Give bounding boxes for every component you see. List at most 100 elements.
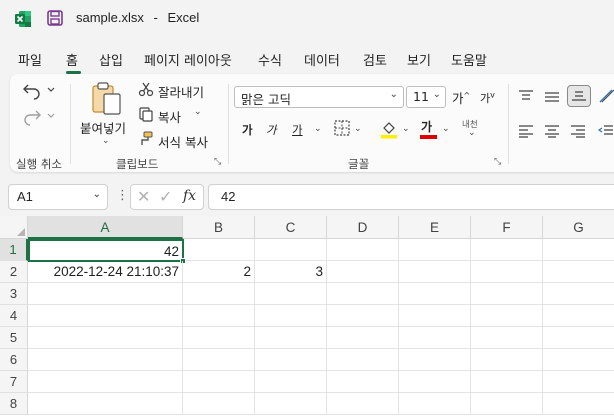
cell-e4[interactable] <box>399 305 471 327</box>
tab-review[interactable]: 검토 <box>363 50 387 69</box>
column-header-d[interactable]: D <box>327 216 399 239</box>
tab-formulas[interactable]: 수식 <box>258 50 282 69</box>
cell-b5[interactable] <box>183 327 255 349</box>
cell-f7[interactable] <box>471 371 543 393</box>
align-right-icon[interactable] <box>570 124 586 138</box>
cell-g1[interactable] <box>543 239 614 261</box>
tab-data[interactable]: 데이터 <box>304 50 340 69</box>
copy-dropdown-chevron-icon[interactable]: ⌄ <box>194 107 202 117</box>
cell-c6[interactable] <box>255 349 327 371</box>
underline-dropdown-chevron-icon[interactable]: ⌄ <box>314 124 322 134</box>
cell-d1[interactable] <box>327 239 399 261</box>
cell-e1[interactable] <box>399 239 471 261</box>
cancel-icon[interactable]: ✕ <box>137 187 150 206</box>
cell-e5[interactable] <box>399 327 471 349</box>
shrink-font-button[interactable]: 가v <box>480 90 495 106</box>
copy-button[interactable]: 복사 <box>158 107 181 126</box>
bold-button[interactable]: 가 <box>242 122 253 138</box>
copy-icon[interactable] <box>138 106 154 122</box>
decrease-indent-icon[interactable] <box>598 124 614 138</box>
paste-icon[interactable] <box>90 80 124 116</box>
cell-g2[interactable] <box>543 261 614 283</box>
cell-e6[interactable] <box>399 349 471 371</box>
font-color-icon[interactable]: 가 <box>420 118 438 140</box>
cell-b8[interactable] <box>183 393 255 415</box>
cell-f8[interactable] <box>471 393 543 415</box>
cell-a5[interactable] <box>28 327 183 349</box>
cell-e2[interactable] <box>399 261 471 283</box>
tab-file[interactable]: 파일 <box>18 50 42 69</box>
grow-font-button[interactable]: 가^ <box>452 88 470 107</box>
cell-g7[interactable] <box>543 371 614 393</box>
insert-function-button[interactable]: fx <box>183 188 196 204</box>
undo-icon[interactable] <box>22 80 58 100</box>
cell-f4[interactable] <box>471 305 543 327</box>
cell-a3[interactable] <box>28 283 183 305</box>
cell-g4[interactable] <box>543 305 614 327</box>
tab-page-layout[interactable]: 페이지 레이아웃 <box>144 50 232 69</box>
cell-c3[interactable] <box>255 283 327 305</box>
cell-d6[interactable] <box>327 349 399 371</box>
more-options-icon[interactable]: ⋮ <box>116 188 129 203</box>
row-header-1[interactable]: 1 <box>0 239 28 261</box>
cell-a4[interactable] <box>28 305 183 327</box>
cell-b1[interactable] <box>183 239 255 261</box>
formula-input[interactable]: 42 <box>208 184 614 210</box>
fill-color-dropdown-chevron-icon[interactable]: ⌄ <box>402 124 410 134</box>
align-center-icon[interactable] <box>544 124 560 138</box>
enter-check-icon[interactable]: ✓ <box>159 187 172 206</box>
cell-c4[interactable] <box>255 305 327 327</box>
cell-e3[interactable] <box>399 283 471 305</box>
align-left-icon[interactable] <box>518 124 534 138</box>
font-color-dropdown-chevron-icon[interactable]: ⌄ <box>442 124 450 134</box>
cell-d2[interactable] <box>327 261 399 283</box>
cell-b6[interactable] <box>183 349 255 371</box>
cell-f3[interactable] <box>471 283 543 305</box>
borders-dropdown-chevron-icon[interactable]: ⌄ <box>354 124 362 134</box>
tab-view[interactable]: 보기 <box>407 50 431 69</box>
underline-button[interactable]: 가 <box>292 122 303 138</box>
cell-f1[interactable] <box>471 239 543 261</box>
redo-icon[interactable] <box>22 106 58 126</box>
cell-g3[interactable] <box>543 283 614 305</box>
tab-home[interactable]: 홈 <box>66 50 78 69</box>
clipboard-dialog-launcher-icon[interactable]: ⤡ <box>214 157 221 167</box>
row-header-3[interactable]: 3 <box>0 283 28 305</box>
row-header-7[interactable]: 7 <box>0 371 28 393</box>
cell-d4[interactable] <box>327 305 399 327</box>
align-bottom-button[interactable] <box>567 85 591 107</box>
cell-d5[interactable] <box>327 327 399 349</box>
font-dialog-launcher-icon[interactable]: ⤡ <box>494 157 501 167</box>
cell-c1[interactable] <box>255 239 327 261</box>
cell-a2[interactable]: 2022-12-24 21:10:37 <box>28 261 183 283</box>
cell-a7[interactable] <box>28 371 183 393</box>
cell-d7[interactable] <box>327 371 399 393</box>
cell-f5[interactable] <box>471 327 543 349</box>
row-header-4[interactable]: 4 <box>0 305 28 327</box>
cut-icon[interactable] <box>138 81 154 97</box>
cell-a6[interactable] <box>28 349 183 371</box>
column-header-c[interactable]: C <box>255 216 327 239</box>
borders-icon[interactable] <box>334 120 350 136</box>
paste-button[interactable]: 붙여넣기 <box>80 118 126 137</box>
font-name-select[interactable]: 맑은 고딕 ⌄ <box>234 86 404 108</box>
cell-c5[interactable] <box>255 327 327 349</box>
cell-b3[interactable] <box>183 283 255 305</box>
row-header-2[interactable]: 2 <box>0 261 28 283</box>
cell-e7[interactable] <box>399 371 471 393</box>
row-header-8[interactable]: 8 <box>0 393 28 415</box>
align-middle-icon[interactable] <box>544 90 560 104</box>
align-top-icon[interactable] <box>518 89 534 103</box>
cell-c2[interactable]: 3 <box>255 261 327 283</box>
cell-a8[interactable] <box>28 393 183 415</box>
cell-d8[interactable] <box>327 393 399 415</box>
cell-d3[interactable] <box>327 283 399 305</box>
cell-b2[interactable]: 2 <box>183 261 255 283</box>
cell-c8[interactable] <box>255 393 327 415</box>
cell-c7[interactable] <box>255 371 327 393</box>
format-painter-button[interactable]: 서식 복사 <box>158 132 208 151</box>
format-painter-icon[interactable] <box>138 131 154 147</box>
cell-b4[interactable] <box>183 305 255 327</box>
column-header-f[interactable]: F <box>471 216 543 239</box>
phonetic-dropdown-chevron-icon[interactable]: ⌄ <box>468 128 476 138</box>
